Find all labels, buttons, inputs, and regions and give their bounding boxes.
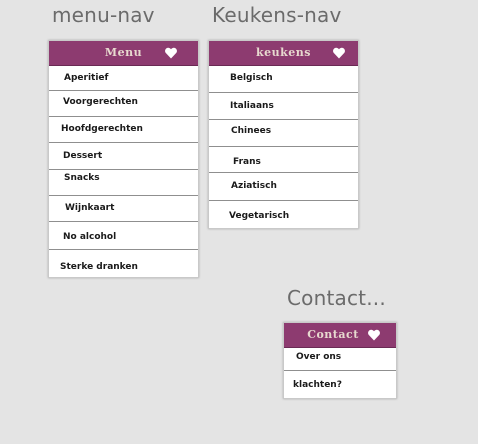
heart-icon — [165, 47, 177, 59]
contact-item-over-ons[interactable]: Over ons — [284, 348, 396, 371]
menu-item-label: Aperitief — [64, 73, 109, 83]
menu-item-wijnkaart[interactable]: Wijnkaart — [49, 196, 198, 222]
keukens-item-chinees[interactable]: Chinees — [209, 120, 358, 147]
menu-item-label: Voorgerechten — [63, 97, 138, 107]
frame-title-menu-nav: menu-nav — [52, 3, 155, 27]
keukens-item-italiaans[interactable]: Italiaans — [209, 93, 358, 120]
menu-item-label: Hoofdgerechten — [61, 124, 143, 134]
menu-item-label: Wijnkaart — [65, 203, 115, 213]
menu-item-no-alcohol[interactable]: No alcohol — [49, 222, 198, 250]
keukens-item-frans[interactable]: Frans — [209, 147, 358, 173]
menu-item-dessert[interactable]: Dessert — [49, 143, 198, 170]
menu-item-label: No alcohol — [63, 232, 117, 242]
keukens-item-vegetarisch[interactable]: Vegetarisch — [209, 201, 358, 227]
keukens-item-belgisch[interactable]: Belgisch — [209, 66, 358, 93]
menu-header[interactable]: Menu — [49, 41, 198, 66]
keukens-item-label: Vegetarisch — [229, 211, 290, 221]
contact-header[interactable]: Contact — [284, 323, 396, 348]
contact-item-klachten[interactable]: klachten? — [284, 371, 396, 397]
contact-nav: Contact Over ons klachten? — [283, 322, 397, 399]
frame-title-contact: Contact... — [287, 286, 386, 310]
contact-item-label: klachten? — [293, 380, 342, 390]
menu-item-label: Sterke dranken — [60, 262, 138, 272]
keukens-nav: keukens Belgisch Italiaans Chinees Frans… — [208, 40, 359, 229]
menu-item-sterke-dranken[interactable]: Sterke dranken — [49, 250, 198, 276]
menu-item-label: Dessert — [63, 151, 103, 161]
keukens-header[interactable]: keukens — [209, 41, 358, 66]
contact-item-label: Over ons — [296, 352, 342, 362]
menu-item-aperitief[interactable]: Aperitief — [49, 66, 198, 91]
menu-item-hoofdgerechten[interactable]: Hoofdgerechten — [49, 117, 198, 143]
keukens-item-label: Aziatisch — [231, 181, 277, 191]
menu-item-snacks[interactable]: Snacks — [49, 170, 198, 196]
keukens-item-label: Frans — [233, 157, 261, 167]
keukens-item-label: Chinees — [231, 126, 272, 136]
keukens-item-label: Belgisch — [230, 73, 273, 83]
menu-item-voorgerechten[interactable]: Voorgerechten — [49, 91, 198, 117]
keukens-item-label: Italiaans — [230, 101, 274, 111]
heart-icon — [368, 329, 380, 341]
menu-nav: Menu Aperitief Voorgerechten Hoofdgerech… — [48, 40, 199, 278]
menu-item-label: Snacks — [64, 173, 100, 183]
keukens-item-aziatisch[interactable]: Aziatisch — [209, 173, 358, 201]
frame-title-keukens-nav: Keukens-nav — [212, 3, 342, 27]
heart-icon — [333, 47, 345, 59]
